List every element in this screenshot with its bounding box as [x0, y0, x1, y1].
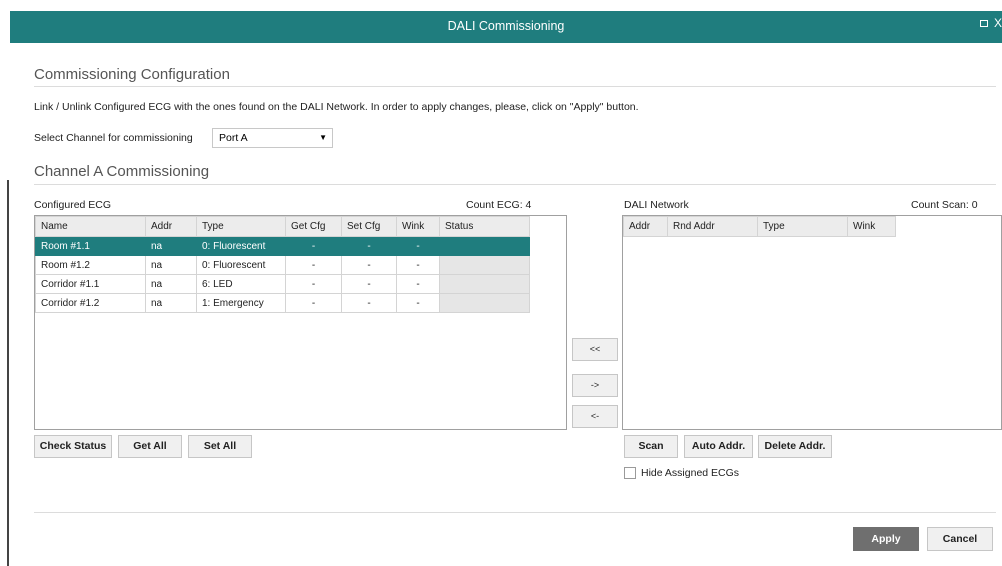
col-type[interactable]: Type [757, 216, 848, 237]
channel-heading: Channel A Commissioning [34, 163, 210, 180]
cell-wink[interactable]: - [396, 293, 440, 313]
col-name[interactable]: Name [35, 216, 146, 237]
col-get-cfg[interactable]: Get Cfg [285, 216, 342, 237]
channel-select-label: Select Channel for commissioning [34, 132, 193, 144]
set-all-button[interactable]: Set All [188, 435, 252, 458]
cell-type: 0: Fluorescent [196, 236, 286, 256]
dali-network-table: Addr Rnd Addr Type Wink [623, 216, 896, 237]
cell-get-cfg[interactable]: - [285, 274, 342, 294]
close-icon[interactable]: X [994, 16, 1002, 30]
channel-select-value: Port A [219, 132, 248, 144]
count-scan: Count Scan: 0 [911, 199, 978, 211]
table-header-row: Addr Rnd Addr Type Wink [623, 216, 896, 237]
cell-type: 6: LED [196, 274, 286, 294]
cell-name: Corridor #1.1 [35, 274, 146, 294]
cell-set-cfg[interactable]: - [341, 236, 397, 256]
dali-network-grid[interactable]: Addr Rnd Addr Type Wink [622, 215, 1002, 430]
cell-set-cfg[interactable]: - [341, 274, 397, 294]
cell-get-cfg[interactable]: - [285, 236, 342, 256]
footer-divider [34, 512, 996, 513]
cell-set-cfg[interactable]: - [341, 293, 397, 313]
title-bar: DALI Commissioning X [10, 11, 1002, 43]
cell-status [439, 236, 530, 256]
link-button[interactable]: -> [572, 374, 618, 397]
cell-set-cfg[interactable]: - [341, 255, 397, 275]
delete-addr-button[interactable]: Delete Addr. [758, 435, 832, 458]
col-addr[interactable]: Addr [623, 216, 668, 237]
cell-status [439, 293, 530, 313]
table-row[interactable]: Corridor #1.2 na 1: Emergency - - - [35, 293, 530, 313]
configured-ecg-table: Name Addr Type Get Cfg Set Cfg Wink Stat… [35, 216, 530, 313]
col-addr[interactable]: Addr [145, 216, 197, 237]
auto-addr-button[interactable]: Auto Addr. [684, 435, 753, 458]
cell-wink[interactable]: - [396, 274, 440, 294]
link-all-button[interactable]: << [572, 338, 618, 361]
cell-type: 0: Fluorescent [196, 255, 286, 275]
chevron-down-icon: ▼ [319, 133, 327, 142]
cell-status [439, 274, 530, 294]
col-wink[interactable]: Wink [396, 216, 440, 237]
config-heading: Commissioning Configuration [34, 66, 230, 83]
dali-commissioning-dialog: DALI Commissioning X Commissioning Confi… [0, 0, 1002, 566]
col-type[interactable]: Type [196, 216, 286, 237]
channel-divider [34, 184, 996, 185]
cancel-button[interactable]: Cancel [927, 527, 993, 551]
cell-wink[interactable]: - [396, 236, 440, 256]
col-rnd-addr[interactable]: Rnd Addr [667, 216, 758, 237]
configured-ecg-title: Configured ECG [34, 199, 112, 211]
configured-ecg-grid[interactable]: Name Addr Type Get Cfg Set Cfg Wink Stat… [34, 215, 567, 430]
table-header-row: Name Addr Type Get Cfg Set Cfg Wink Stat… [35, 216, 530, 237]
window-edge [7, 180, 9, 566]
table-row[interactable]: Room #1.1 na 0: Fluorescent - - - [35, 236, 530, 256]
hide-assigned-checkbox[interactable] [624, 467, 636, 479]
channel-select[interactable]: Port A ▼ [212, 128, 333, 148]
dali-network-title: DALI Network [624, 199, 689, 211]
cell-name: Room #1.2 [35, 255, 146, 275]
count-ecg: Count ECG: 4 [466, 199, 532, 211]
check-status-button[interactable]: Check Status [34, 435, 112, 458]
cell-status [439, 255, 530, 275]
scan-button[interactable]: Scan [624, 435, 678, 458]
apply-button[interactable]: Apply [853, 527, 919, 551]
window-title: DALI Commissioning [447, 19, 565, 33]
unlink-button[interactable]: <- [572, 405, 618, 428]
col-status[interactable]: Status [439, 216, 530, 237]
col-wink[interactable]: Wink [847, 216, 896, 237]
cell-wink[interactable]: - [396, 255, 440, 275]
config-divider [34, 86, 996, 87]
cell-type: 1: Emergency [196, 293, 286, 313]
maximize-icon[interactable] [980, 20, 988, 27]
table-row[interactable]: Room #1.2 na 0: Fluorescent - - - [35, 255, 530, 275]
cell-name: Corridor #1.2 [35, 293, 146, 313]
cell-name: Room #1.1 [35, 236, 146, 256]
cell-addr: na [145, 293, 197, 313]
col-set-cfg[interactable]: Set Cfg [341, 216, 397, 237]
cell-get-cfg[interactable]: - [285, 293, 342, 313]
config-description: Link / Unlink Configured ECG with the on… [34, 101, 639, 113]
hide-assigned-label[interactable]: Hide Assigned ECGs [641, 467, 739, 479]
cell-get-cfg[interactable]: - [285, 255, 342, 275]
cell-addr: na [145, 255, 197, 275]
cell-addr: na [145, 274, 197, 294]
get-all-button[interactable]: Get All [118, 435, 182, 458]
cell-addr: na [145, 236, 197, 256]
table-row[interactable]: Corridor #1.1 na 6: LED - - - [35, 274, 530, 294]
